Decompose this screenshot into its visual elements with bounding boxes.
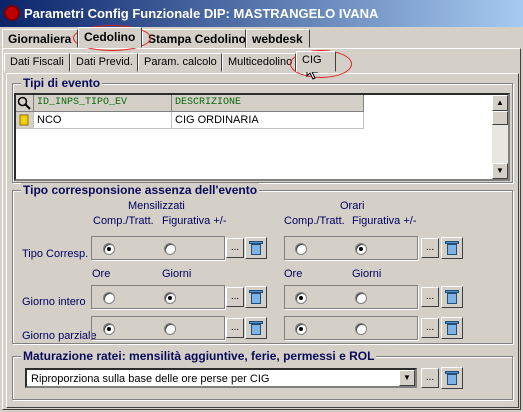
scroll-thumb[interactable] bbox=[492, 111, 508, 125]
tab-cig[interactable]: CIG bbox=[296, 51, 336, 72]
giorno-intero-label: Giorno intero bbox=[22, 296, 86, 308]
radio-tipo-corresp-m-figurativa[interactable] bbox=[164, 243, 176, 255]
giorno-parziale-orari-box bbox=[284, 316, 418, 340]
title-bar: Parametri Config Funzionale DIP: MASTRAN… bbox=[0, 0, 523, 27]
maturazione-title: Maturazione ratei: mensilità aggiuntive,… bbox=[21, 349, 377, 363]
radio-intero-m-giorni[interactable] bbox=[164, 292, 176, 304]
table-cell-descrizione[interactable]: CIG ORDINARIA bbox=[172, 112, 364, 129]
window-title: Parametri Config Funzionale DIP: MASTRAN… bbox=[24, 6, 379, 21]
tab-giornaliera[interactable]: Giornaliera bbox=[2, 29, 78, 48]
radio-intero-o-giorni[interactable] bbox=[355, 292, 367, 304]
radio-parziale-o-ore[interactable] bbox=[295, 323, 307, 335]
ellipsis-button-3[interactable]: ... bbox=[226, 287, 244, 307]
figurativa-label-o: Figurativa +/- bbox=[352, 215, 417, 227]
tipi-evento-title: Tipi di evento bbox=[21, 76, 103, 90]
orari-label: Orari bbox=[340, 200, 365, 212]
radio-tipo-corresp-m-comp[interactable] bbox=[103, 243, 115, 255]
radio-dot bbox=[107, 327, 111, 331]
tab-cedolino[interactable]: Cedolino bbox=[78, 27, 142, 48]
figurativa-label-m: Figurativa +/- bbox=[162, 215, 227, 227]
column-header-id[interactable]: ID_INPS_TIPO_EV bbox=[34, 95, 172, 112]
search-icon bbox=[17, 96, 31, 110]
radio-tipo-corresp-o-comp[interactable] bbox=[295, 243, 307, 255]
current-row-icon bbox=[19, 114, 29, 126]
grid-search-header[interactable] bbox=[16, 95, 34, 112]
tipo-corresp-orari-box bbox=[284, 236, 418, 260]
trash-button-6[interactable] bbox=[441, 317, 463, 339]
app-icon bbox=[4, 5, 20, 21]
mensilizzati-label: Mensilizzati bbox=[128, 200, 185, 212]
radio-dot bbox=[168, 296, 172, 300]
giorni-label-m: Giorni bbox=[162, 268, 192, 280]
radio-dot bbox=[299, 327, 303, 331]
trash-button-3[interactable] bbox=[245, 286, 267, 308]
radio-intero-o-ore[interactable] bbox=[295, 292, 307, 304]
comp-tratt-label-o: Comp./Tratt. bbox=[284, 215, 345, 227]
tipo-corresp-mensilizzati-box bbox=[91, 236, 225, 260]
main-tab-bar: Giornaliera Cedolino Stampa Cedolino web… bbox=[0, 27, 523, 49]
scroll-down-button[interactable]: ▼ bbox=[492, 163, 508, 179]
radio-intero-m-ore[interactable] bbox=[103, 292, 115, 304]
ellipsis-button-4[interactable]: ... bbox=[421, 287, 439, 307]
tab-multicedolino[interactable]: Multicedolino bbox=[222, 53, 296, 72]
giorni-label-o: Giorni bbox=[352, 268, 382, 280]
radio-dot bbox=[359, 247, 363, 251]
trash-button-4[interactable] bbox=[441, 286, 463, 308]
giorno-parziale-label: Giorno parziale bbox=[22, 330, 97, 342]
tipi-evento-grid[interactable]: ID_INPS_TIPO_EV DESCRIZIONE NCO CIG ORDI… bbox=[14, 93, 510, 181]
ellipsis-button-6[interactable]: ... bbox=[421, 318, 439, 338]
comp-tratt-label-m: Comp./Tratt. bbox=[93, 215, 154, 227]
giorno-intero-orari-box bbox=[284, 285, 418, 309]
radio-dot bbox=[299, 296, 303, 300]
radio-dot bbox=[107, 247, 111, 251]
column-header-descrizione[interactable]: DESCRIZIONE bbox=[172, 95, 364, 112]
ellipsis-button-5[interactable]: ... bbox=[226, 318, 244, 338]
trash-button-7[interactable] bbox=[441, 367, 463, 389]
row-indicator[interactable] bbox=[16, 112, 34, 129]
ore-label-m: Ore bbox=[92, 268, 111, 280]
maturazione-select[interactable]: Riproporziona sulla base delle ore perse… bbox=[25, 368, 417, 388]
trash-button-5[interactable] bbox=[245, 317, 267, 339]
sub-tab-bar: Dati Fiscali Dati Previd. Param. calcolo… bbox=[4, 51, 519, 73]
radio-tipo-corresp-o-figurativa[interactable] bbox=[355, 243, 367, 255]
maturazione-value: Riproporziona sulla base delle ore perse… bbox=[31, 373, 270, 385]
ellipsis-button-2[interactable]: ... bbox=[421, 238, 439, 258]
tab-param-calcolo[interactable]: Param. calcolo bbox=[138, 53, 222, 72]
tab-stampa-cedolino[interactable]: Stampa Cedolino bbox=[142, 29, 246, 48]
ore-label-o: Ore bbox=[284, 268, 303, 280]
radio-parziale-m-ore[interactable] bbox=[103, 323, 115, 335]
tipo-corresp-label: Tipo Corresp. bbox=[22, 248, 89, 260]
tab-dati-previd[interactable]: Dati Previd. bbox=[70, 53, 138, 72]
chevron-down-icon[interactable]: ▼ bbox=[399, 370, 415, 386]
giorno-parziale-mensilizzati-box bbox=[91, 316, 225, 340]
tab-dati-fiscali[interactable]: Dati Fiscali bbox=[4, 53, 70, 72]
table-cell-id[interactable]: NCO bbox=[34, 112, 172, 129]
grid-vertical-scrollbar[interactable]: ▲ ▼ bbox=[492, 95, 508, 179]
scroll-up-button[interactable]: ▲ bbox=[492, 95, 508, 111]
giorno-intero-mensilizzati-box bbox=[91, 285, 225, 309]
tab-webdesk[interactable]: webdesk bbox=[246, 29, 310, 48]
ellipsis-button-7[interactable]: ... bbox=[421, 368, 439, 388]
trash-button-1[interactable] bbox=[245, 237, 267, 259]
radio-parziale-o-giorni[interactable] bbox=[355, 323, 367, 335]
trash-button-2[interactable] bbox=[441, 237, 463, 259]
ellipsis-button-1[interactable]: ... bbox=[226, 238, 244, 258]
tipo-corresponsione-title: Tipo corresponsione assenza dell'evento bbox=[21, 183, 260, 197]
radio-parziale-m-giorni[interactable] bbox=[164, 323, 176, 335]
